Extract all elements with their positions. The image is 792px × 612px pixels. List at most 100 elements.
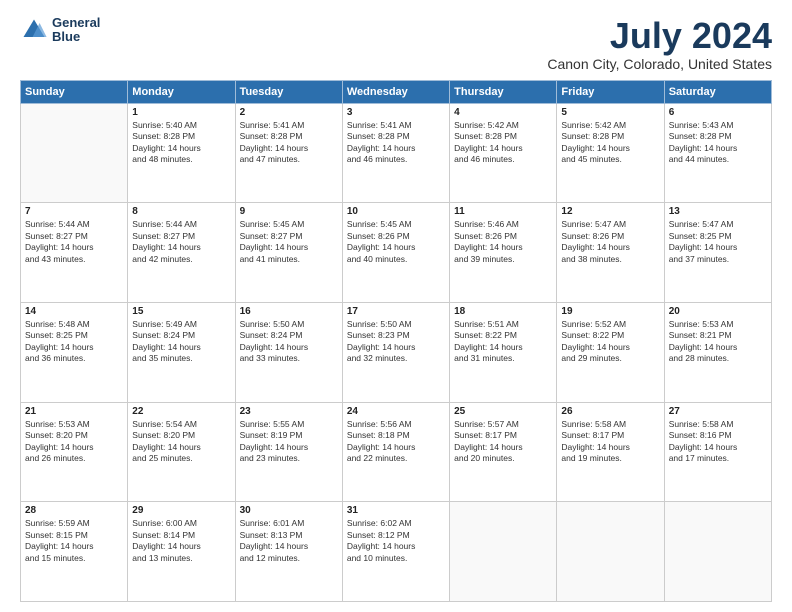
day-number: 30	[240, 505, 338, 516]
day-info: Sunrise: 5:42 AMSunset: 8:28 PMDaylight:…	[561, 120, 659, 166]
day-number: 12	[561, 206, 659, 217]
calendar-cell: 2 Sunrise: 5:41 AMSunset: 8:28 PMDaylight…	[235, 103, 342, 203]
calendar-cell: 11Sunrise: 5:46 AMSunset: 8:26 PMDayligh…	[450, 203, 557, 303]
calendar-cell: 5 Sunrise: 5:42 AMSunset: 8:28 PMDaylight…	[557, 103, 664, 203]
title-block: July 2024 Canon City, Colorado, United S…	[547, 16, 772, 72]
calendar-cell: 14 Sunrise: 5:48 AMSunset: 8:25 PMDayligh…	[21, 302, 128, 402]
calendar-cell: 18 Sunrise: 5:51 AMSunset: 8:22 PMDayligh…	[450, 302, 557, 402]
calendar-cell: 31Sunrise: 6:02 AMSunset: 8:12 PMDayligh…	[342, 502, 449, 602]
day-info: Sunrise: 5:45 AMSunset: 8:27 PMDaylight:…	[240, 219, 338, 265]
day-info: Sunrise: 5:50 AMSunset: 8:24 PMDaylight:…	[240, 319, 338, 365]
day-number: 8	[132, 206, 230, 217]
calendar-cell: 25 Sunrise: 5:57 AMSunset: 8:17 PMDayligh…	[450, 402, 557, 502]
weekday-header: Thursday	[450, 80, 557, 103]
day-number: 20	[669, 306, 767, 317]
day-info: Sunrise: 5:40 AMSunset: 8:28 PMDaylight:…	[132, 120, 230, 166]
day-info: Sunrise: 6:00 AMSunset: 8:14 PMDaylight:…	[132, 518, 230, 564]
weekday-header: Saturday	[664, 80, 771, 103]
day-number: 7	[25, 206, 123, 217]
day-number: 1	[132, 107, 230, 118]
main-title: July 2024	[547, 16, 772, 56]
page: General Blue July 2024 Canon City, Color…	[0, 0, 792, 612]
header: General Blue July 2024 Canon City, Color…	[20, 16, 772, 72]
calendar-cell	[450, 502, 557, 602]
calendar-cell: 27 Sunrise: 5:58 AMSunset: 8:16 PMDayligh…	[664, 402, 771, 502]
calendar-cell: 6 Sunrise: 5:43 AMSunset: 8:28 PMDaylight…	[664, 103, 771, 203]
day-number: 21	[25, 406, 123, 417]
weekday-header: Tuesday	[235, 80, 342, 103]
day-info: Sunrise: 6:01 AMSunset: 8:13 PMDaylight:…	[240, 518, 338, 564]
day-info: Sunrise: 5:55 AMSunset: 8:19 PMDaylight:…	[240, 419, 338, 465]
day-number: 19	[561, 306, 659, 317]
weekday-header: Sunday	[21, 80, 128, 103]
calendar-cell: 1 Sunrise: 5:40 AMSunset: 8:28 PMDaylight…	[128, 103, 235, 203]
day-info: Sunrise: 5:58 AMSunset: 8:17 PMDaylight:…	[561, 419, 659, 465]
day-number: 22	[132, 406, 230, 417]
day-info: Sunrise: 5:47 AMSunset: 8:26 PMDaylight:…	[561, 219, 659, 265]
day-number: 23	[240, 406, 338, 417]
calendar-cell: 24 Sunrise: 5:56 AMSunset: 8:18 PMDayligh…	[342, 402, 449, 502]
calendar-cell: 23 Sunrise: 5:55 AMSunset: 8:19 PMDayligh…	[235, 402, 342, 502]
calendar-cell: 26Sunrise: 5:58 AMSunset: 8:17 PMDayligh…	[557, 402, 664, 502]
day-info: Sunrise: 5:53 AMSunset: 8:21 PMDaylight:…	[669, 319, 767, 365]
calendar-cell: 4 Sunrise: 5:42 AMSunset: 8:28 PMDaylight…	[450, 103, 557, 203]
day-number: 5	[561, 107, 659, 118]
day-info: Sunrise: 5:41 AMSunset: 8:28 PMDaylight:…	[240, 120, 338, 166]
calendar-cell: 17 Sunrise: 5:50 AMSunset: 8:23 PMDayligh…	[342, 302, 449, 402]
day-number: 24	[347, 406, 445, 417]
calendar-cell: 13 Sunrise: 5:47 AMSunset: 8:25 PMDayligh…	[664, 203, 771, 303]
calendar-cell	[664, 502, 771, 602]
calendar-cell: 9Sunrise: 5:45 AMSunset: 8:27 PMDaylight…	[235, 203, 342, 303]
day-info: Sunrise: 5:59 AMSunset: 8:15 PMDaylight:…	[25, 518, 123, 564]
day-number: 25	[454, 406, 552, 417]
day-info: Sunrise: 5:49 AMSunset: 8:24 PMDaylight:…	[132, 319, 230, 365]
calendar-cell: 21 Sunrise: 5:53 AMSunset: 8:20 PMDayligh…	[21, 402, 128, 502]
day-info: Sunrise: 5:58 AMSunset: 8:16 PMDaylight:…	[669, 419, 767, 465]
day-info: Sunrise: 5:50 AMSunset: 8:23 PMDaylight:…	[347, 319, 445, 365]
logo-text: General Blue	[52, 16, 100, 45]
day-number: 14	[25, 306, 123, 317]
subtitle: Canon City, Colorado, United States	[547, 56, 772, 72]
day-number: 27	[669, 406, 767, 417]
weekday-header: Monday	[128, 80, 235, 103]
day-info: Sunrise: 5:44 AMSunset: 8:27 PMDaylight:…	[25, 219, 123, 265]
calendar-cell: 30 Sunrise: 6:01 AMSunset: 8:13 PMDayligh…	[235, 502, 342, 602]
day-info: Sunrise: 5:53 AMSunset: 8:20 PMDaylight:…	[25, 419, 123, 465]
day-number: 29	[132, 505, 230, 516]
day-number: 2	[240, 107, 338, 118]
day-info: Sunrise: 5:47 AMSunset: 8:25 PMDaylight:…	[669, 219, 767, 265]
logo-icon	[20, 16, 48, 44]
day-number: 17	[347, 306, 445, 317]
day-info: Sunrise: 5:56 AMSunset: 8:18 PMDaylight:…	[347, 419, 445, 465]
day-info: Sunrise: 5:43 AMSunset: 8:28 PMDaylight:…	[669, 120, 767, 166]
day-number: 18	[454, 306, 552, 317]
day-number: 31	[347, 505, 445, 516]
calendar-cell: 19 Sunrise: 5:52 AMSunset: 8:22 PMDayligh…	[557, 302, 664, 402]
day-number: 28	[25, 505, 123, 516]
day-number: 3	[347, 107, 445, 118]
day-info: Sunrise: 5:51 AMSunset: 8:22 PMDaylight:…	[454, 319, 552, 365]
day-info: Sunrise: 5:42 AMSunset: 8:28 PMDaylight:…	[454, 120, 552, 166]
day-number: 4	[454, 107, 552, 118]
calendar-cell: 22 Sunrise: 5:54 AMSunset: 8:20 PMDayligh…	[128, 402, 235, 502]
weekday-header: Friday	[557, 80, 664, 103]
calendar-cell: 10 Sunrise: 5:45 AMSunset: 8:26 PMDayligh…	[342, 203, 449, 303]
day-info: Sunrise: 5:57 AMSunset: 8:17 PMDaylight:…	[454, 419, 552, 465]
calendar-cell: 15Sunrise: 5:49 AMSunset: 8:24 PMDayligh…	[128, 302, 235, 402]
weekday-header: Wednesday	[342, 80, 449, 103]
calendar-cell	[21, 103, 128, 203]
calendar-cell: 7 Sunrise: 5:44 AMSunset: 8:27 PMDaylight…	[21, 203, 128, 303]
day-number: 6	[669, 107, 767, 118]
calendar-cell: 20 Sunrise: 5:53 AMSunset: 8:21 PMDayligh…	[664, 302, 771, 402]
calendar-cell: 16Sunrise: 5:50 AMSunset: 8:24 PMDayligh…	[235, 302, 342, 402]
day-number: 11	[454, 206, 552, 217]
day-number: 10	[347, 206, 445, 217]
logo: General Blue	[20, 16, 100, 45]
day-number: 13	[669, 206, 767, 217]
calendar-cell: 3Sunrise: 5:41 AMSunset: 8:28 PMDaylight…	[342, 103, 449, 203]
day-info: Sunrise: 5:54 AMSunset: 8:20 PMDaylight:…	[132, 419, 230, 465]
day-info: Sunrise: 5:52 AMSunset: 8:22 PMDaylight:…	[561, 319, 659, 365]
day-info: Sunrise: 5:45 AMSunset: 8:26 PMDaylight:…	[347, 219, 445, 265]
calendar-cell: 28 Sunrise: 5:59 AMSunset: 8:15 PMDayligh…	[21, 502, 128, 602]
day-info: Sunrise: 5:48 AMSunset: 8:25 PMDaylight:…	[25, 319, 123, 365]
